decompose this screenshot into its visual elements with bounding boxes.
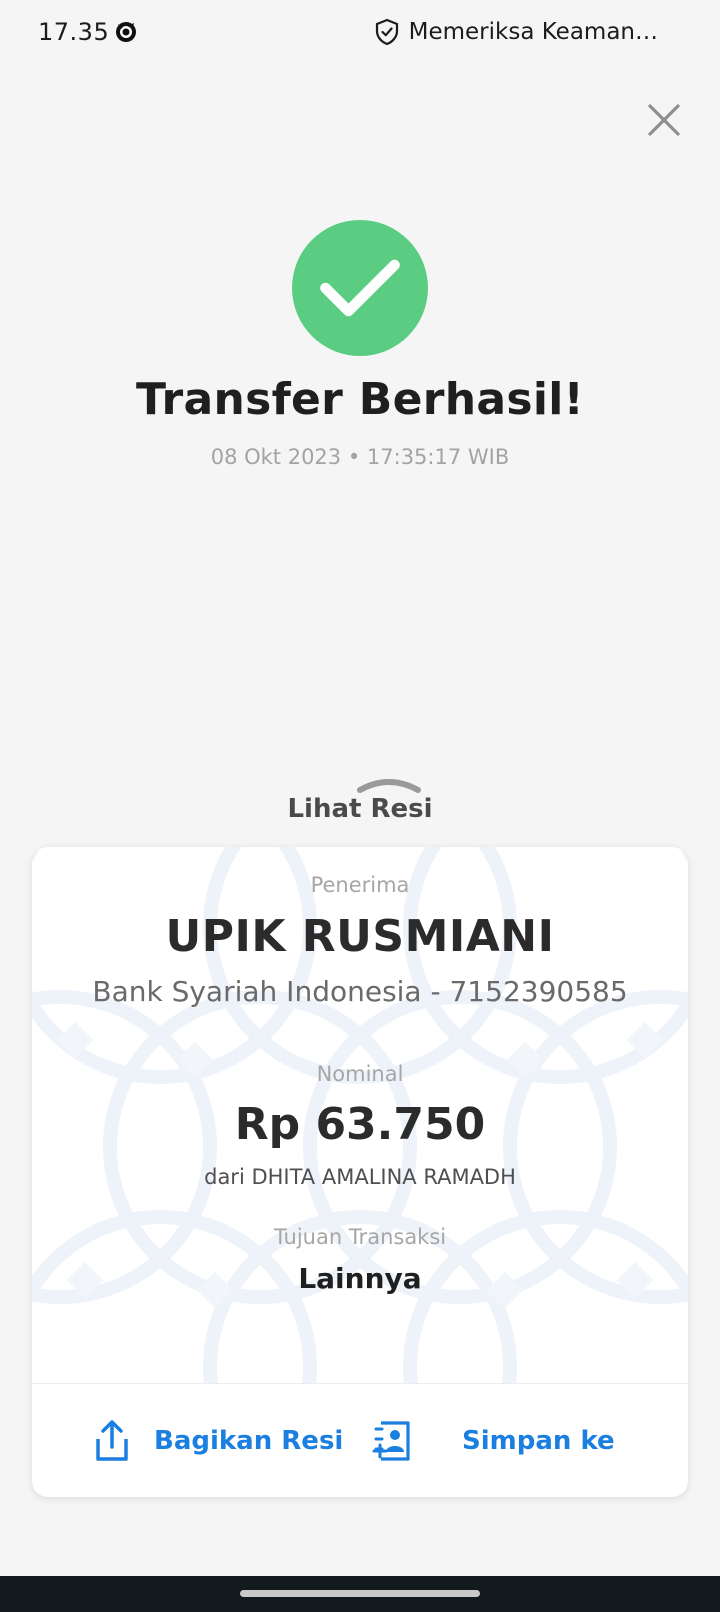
sender-name: dari DHITA AMALINA RAMADH <box>204 1165 516 1189</box>
recipient-bank-account: Bank Syariah Indonesia - 7152390585 <box>92 975 628 1008</box>
share-receipt-label: Bagikan Resi <box>154 1425 344 1456</box>
app-notification-icon <box>114 20 138 44</box>
security-status: Memeriksa Keaman… <box>373 18 658 46</box>
save-contact-label: Simpan ke <box>462 1425 615 1456</box>
success-check-icon <box>292 220 428 356</box>
status-time: 17.35 <box>38 18 110 46</box>
shield-check-icon <box>375 18 398 46</box>
status-bar: 17.35 Memeriksa Keaman… <box>0 0 720 64</box>
add-contact-icon <box>372 1420 410 1461</box>
check-icon <box>320 259 400 317</box>
page-title: Transfer Berhasil! <box>136 374 584 425</box>
receipt-details: Penerima UPIK RUSMIANI Bank Syariah Indo… <box>32 847 688 1383</box>
close-button[interactable] <box>644 100 684 140</box>
transfer-amount: Rp 63.750 <box>234 1099 486 1150</box>
home-gesture-handle[interactable] <box>240 1590 480 1597</box>
purpose-label: Tujuan Transaksi <box>273 1225 447 1249</box>
amount-label: Nominal <box>316 1062 404 1086</box>
close-icon <box>648 104 680 136</box>
save-contact-button[interactable]: Simpan ke <box>372 1384 615 1497</box>
receipt-card: Penerima UPIK RUSMIANI Bank Syariah Indo… <box>32 847 688 1497</box>
security-status-text: Memeriksa Keaman… <box>408 19 658 45</box>
share-receipt-button[interactable]: Bagikan Resi <box>92 1384 343 1497</box>
transaction-purpose: Lainnya <box>298 1262 422 1295</box>
chevron-up-icon[interactable] <box>354 776 424 796</box>
view-receipt-toggle[interactable]: Lihat Resi <box>0 794 720 824</box>
recipient-name: UPIK RUSMIANI <box>165 911 555 962</box>
share-icon <box>96 1419 128 1461</box>
receipt-actions: Bagikan Resi Simpan ke <box>32 1384 688 1497</box>
transaction-datetime: 08 Okt 2023 • 17:35:17 WIB <box>210 445 510 469</box>
recipient-label: Penerima <box>310 873 410 897</box>
